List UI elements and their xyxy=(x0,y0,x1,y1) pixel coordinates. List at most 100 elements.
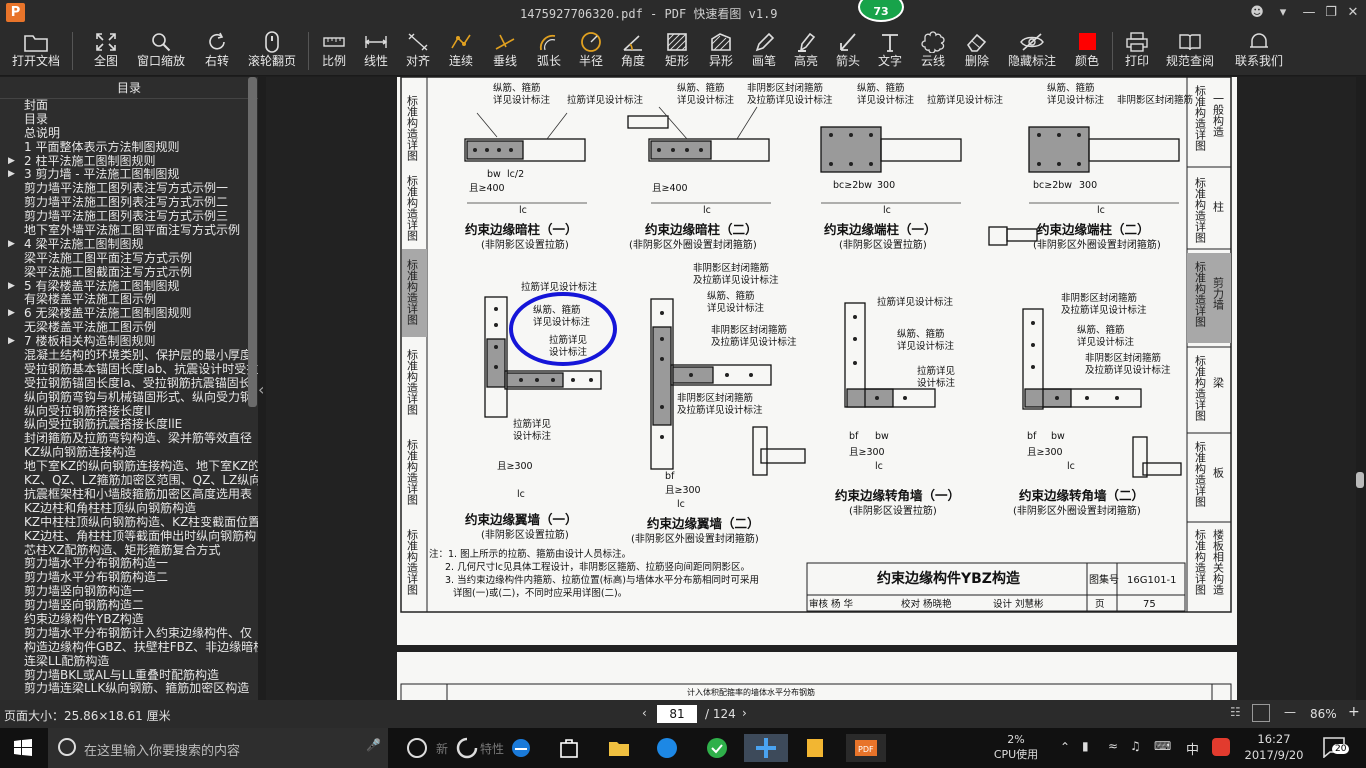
cpu-monitor[interactable]: 2% CPU使用 xyxy=(990,732,1042,762)
standards-lookup-button[interactable]: 规范查阅 xyxy=(1162,28,1218,74)
toc-item[interactable]: KZ中柱柱顶纵向钢筋构造、KZ柱变截面位置 xyxy=(0,516,258,530)
scale-button[interactable]: 比例 xyxy=(314,28,354,74)
restore-icon[interactable]: ❐ xyxy=(1320,3,1342,23)
toc-item[interactable]: ▶ 7 楼板相关构造制图规则 xyxy=(0,335,258,349)
toc-item[interactable]: 总说明 xyxy=(0,127,258,141)
toc-item[interactable]: 抗震框架柱和小墙肢箍筋加密区高度选用表 xyxy=(0,488,258,502)
toc-item[interactable]: 受拉钢筋锚固长度la、受拉钢筋抗震锚固长 xyxy=(0,377,258,391)
zoom-out-icon[interactable]: — xyxy=(1284,705,1296,719)
toc-item[interactable]: 剪力墙平法施工图列表注写方式示例三 xyxy=(0,210,258,224)
arc-length-button[interactable]: 弧长 xyxy=(528,28,570,74)
sidebar-scrollbar[interactable] xyxy=(248,77,257,407)
clock[interactable]: 16:27 2017/9/20 xyxy=(1238,731,1310,763)
toc-item[interactable]: 地下室KZ的纵向钢筋连接构造、地下室KZ的 xyxy=(0,460,258,474)
toc-item[interactable]: 剪力墙平法施工图列表注写方式示例一 xyxy=(0,182,258,196)
action-center-icon[interactable]: 20 xyxy=(1322,736,1354,760)
highlight-button[interactable]: 高亮 xyxy=(786,28,826,74)
toc-item[interactable]: 纵向钢筋弯钩与机械锚固形式、纵向受力钢 xyxy=(0,391,258,405)
perpendicular-button[interactable]: 垂线 xyxy=(484,28,526,74)
task-view-icon[interactable] xyxy=(400,734,434,762)
toc-item[interactable]: 目录 xyxy=(0,113,258,127)
toc-item[interactable]: KZ纵向钢筋连接构造 xyxy=(0,446,258,460)
toc-item[interactable]: 连梁LL配筋构造 xyxy=(0,655,258,669)
contact-us-button[interactable]: 联系我们 xyxy=(1230,28,1288,74)
open-document-button[interactable]: 打开文档 xyxy=(6,28,66,74)
rectangle-button[interactable]: 矩形 xyxy=(656,28,698,74)
toc-item[interactable]: 无梁楼盖平法施工图示例 xyxy=(0,321,258,335)
toc-item[interactable]: 纵向受拉钢筋抗震搭接长度llE xyxy=(0,418,258,432)
toc-item[interactable]: ▶ 4 梁平法施工图制图规 xyxy=(0,238,258,252)
toc-item[interactable]: 受拉钢筋基本锚固长度lab、抗震设计时受拉 xyxy=(0,363,258,377)
document-viewer[interactable]: 标准构造详图 标准构造详图 标准构造详图 标准构造详图 标准构造详图 标准构造详… xyxy=(266,77,1356,700)
app-swirl-icon[interactable] xyxy=(450,734,484,762)
store-icon[interactable] xyxy=(552,734,586,762)
toc-item[interactable]: 剪力墙平法施工图列表注写方式示例二 xyxy=(0,196,258,210)
volume-icon[interactable]: ♫ xyxy=(1130,739,1141,753)
continuous-view-icon[interactable]: ☷ xyxy=(1230,705,1241,719)
ime-indicator[interactable]: 中 xyxy=(1186,739,1199,758)
windows-start-icon[interactable] xyxy=(6,734,40,762)
toc-item[interactable]: 梁平法施工图截面注写方式示例 xyxy=(0,266,258,280)
toc-item[interactable]: 地下室外墙平法施工图平面注写方式示例 xyxy=(0,224,258,238)
expand-arrow-icon[interactable]: ▶ xyxy=(8,307,15,321)
taskbar-search[interactable]: 在这里输入你要搜索的内容 🎤 xyxy=(48,728,388,768)
toc-item[interactable]: 剪力墙水平分布钢筋构造一 xyxy=(0,557,258,571)
expand-arrow-icon[interactable]: ▶ xyxy=(8,335,15,349)
hide-annotations-button[interactable]: 隐藏标注 xyxy=(1004,28,1060,74)
360-browser-icon[interactable] xyxy=(700,734,734,762)
toc-item[interactable]: ▶ 3 剪力墙 - 平法施工图制图规 xyxy=(0,168,258,182)
toc-item[interactable]: 剪力墙BKL或AL与LL重叠时配筋构造 xyxy=(0,669,258,683)
toc-item[interactable]: KZ边柱和角柱柱顶纵向钢筋构造 xyxy=(0,502,258,516)
irregular-shape-button[interactable]: 异形 xyxy=(700,28,742,74)
continuous-button[interactable]: 连续 xyxy=(440,28,482,74)
expand-arrow-icon[interactable]: ▶ xyxy=(8,155,15,169)
toc-item[interactable]: 1 平面整体表示方法制图规则 xyxy=(0,141,258,155)
minimize-icon[interactable]: — xyxy=(1298,3,1320,23)
toc-item[interactable]: 剪力墙连梁LLK纵向钢筋、箍筋加密区构造 xyxy=(0,682,258,696)
file-explorer-icon[interactable] xyxy=(602,734,636,762)
toc-item[interactable]: 剪力墙水平分布钢筋构造二 xyxy=(0,571,258,585)
toc-item[interactable]: KZ边柱、角柱柱顶等截面伸出时纵向钢筋构 xyxy=(0,530,258,544)
battery-icon[interactable]: ▮ xyxy=(1082,739,1089,753)
viewer-scrollbar[interactable] xyxy=(1356,472,1364,488)
toc-item[interactable]: 剪力墙竖向钢筋构造二 xyxy=(0,599,258,613)
next-page-icon[interactable]: › xyxy=(742,706,747,720)
rotate-right-button[interactable]: 右转 xyxy=(196,28,238,74)
page-number-input[interactable] xyxy=(657,705,697,723)
text-button[interactable]: 文字 xyxy=(870,28,910,74)
toc-item[interactable]: 构造边缘构件GBZ、扶壁柱FBZ、非边缘暗柱 xyxy=(0,641,258,655)
toc-item[interactable]: 封闭箍筋及拉筋弯钩构造、梁并筋等效直径 xyxy=(0,432,258,446)
zoom-in-icon[interactable]: + xyxy=(1348,704,1360,720)
color-button[interactable]: 颜色 xyxy=(1066,28,1108,74)
angle-button[interactable]: 角度 xyxy=(612,28,654,74)
prev-page-icon[interactable]: ‹ xyxy=(642,706,647,720)
pdf-viewer-taskbar-icon[interactable]: PDF xyxy=(846,734,886,762)
toc-item[interactable]: 混凝土结构的环境类别、保护层的最小厚度 xyxy=(0,349,258,363)
edge-browser-icon[interactable] xyxy=(504,734,538,762)
close-icon[interactable]: ✕ xyxy=(1342,3,1364,23)
microphone-icon[interactable]: 🎤 xyxy=(366,738,381,752)
wifi-icon[interactable]: ≈ xyxy=(1108,739,1118,753)
expand-arrow-icon[interactable]: ▶ xyxy=(8,238,15,252)
linear-button[interactable]: 线性 xyxy=(356,28,396,74)
cloud-line-button[interactable]: 云线 xyxy=(912,28,954,74)
tool-app-icon[interactable] xyxy=(744,734,788,762)
user-icon[interactable]: ☻ xyxy=(1246,3,1268,23)
sogou-ime-icon[interactable] xyxy=(1212,738,1230,756)
toc-item[interactable]: 剪力墙竖向钢筋构造一 xyxy=(0,585,258,599)
fit-page-button[interactable]: 全图 xyxy=(84,28,128,74)
arrow-button[interactable]: 箭头 xyxy=(828,28,868,74)
toc-item[interactable]: 芯柱XZ配筋构造、矩形箍筋复合方式 xyxy=(0,544,258,558)
delete-button[interactable]: 删除 xyxy=(956,28,998,74)
toc-item[interactable]: KZ、QZ、LZ箍筋加密区范围、QZ、LZ纵向钢 xyxy=(0,474,258,488)
toc-item[interactable]: ▶ 2 柱平法施工图制图规则 xyxy=(0,155,258,169)
notification-badge[interactable]: 73 xyxy=(858,0,904,22)
wheel-page-button[interactable]: 滚轮翻页 xyxy=(244,28,300,74)
toc-item[interactable]: 有梁楼盖平法施工图示例 xyxy=(0,293,258,307)
toc-item[interactable]: 剪力墙水平分布钢筋计入约束边缘构件、仅 xyxy=(0,627,258,641)
toc-item[interactable]: 约束边缘构件YBZ构造 xyxy=(0,613,258,627)
expand-arrow-icon[interactable]: ▶ xyxy=(8,168,15,182)
toc-item[interactable]: 梁平法施工图平面注写方式示例 xyxy=(0,252,258,266)
toc-item[interactable]: ▶ 6 无梁楼盖平法施工图制图规则 xyxy=(0,307,258,321)
expand-arrow-icon[interactable]: ▶ xyxy=(8,280,15,294)
